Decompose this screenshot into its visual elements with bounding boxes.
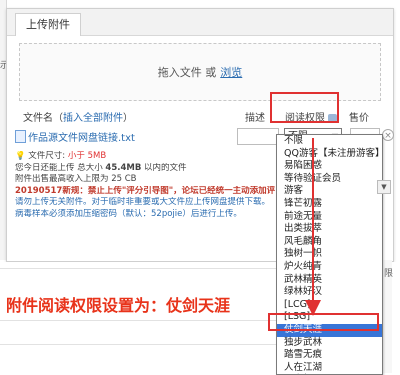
annotation-arrow	[305, 138, 321, 316]
